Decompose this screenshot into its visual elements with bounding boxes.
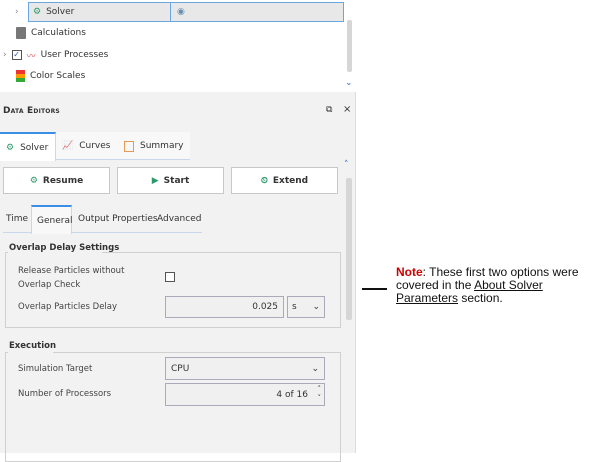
tree-scrollbar[interactable] <box>347 20 352 72</box>
tab-curves[interactable]: 📈 Curves <box>56 132 110 160</box>
editor-scrollbar[interactable] <box>346 178 352 320</box>
eye-icon[interactable]: ◉ <box>177 7 185 17</box>
processors-spinner[interactable]: 4 of 16 ˄ ˅ <box>165 383 325 406</box>
extend-icon: ⏲ <box>260 175 268 186</box>
panel-title: Data Editors <box>3 106 60 116</box>
resume-icon: ⚙ <box>29 175 38 186</box>
subtab-advanced[interactable]: Advanced <box>151 205 201 233</box>
processors-label: Number of Processors <box>18 389 112 399</box>
release-particles-label: Release Particles without Overlap Check <box>18 266 125 290</box>
start-icon: ▶ <box>151 175 159 186</box>
chevron-right-icon[interactable]: › <box>15 7 19 17</box>
tree-item-color-scales[interactable]: Color Scales <box>16 66 85 86</box>
chart-line-icon: 📈 <box>62 141 74 151</box>
gears-icon: ⚙ <box>33 7 42 17</box>
tree-item-calculations[interactable]: Calculations <box>16 23 86 43</box>
subtab-time[interactable]: Time <box>2 205 28 233</box>
extend-button[interactable]: ⏲ Extend <box>231 167 338 194</box>
close-icon[interactable]: × <box>343 104 351 115</box>
spinner-arrows-icon[interactable]: ˄ ˅ <box>318 385 322 403</box>
overlap-delay-label: Overlap Particles Delay <box>18 302 118 312</box>
data-editors-panel: › ⚙ Solver ◉ Calculations › ✓ 〰 User Pro… <box>0 0 356 462</box>
release-particles-checkbox[interactable] <box>165 272 175 282</box>
simulation-target-label: Simulation Target <box>18 364 93 374</box>
delay-unit-select[interactable]: s ⌄ <box>287 296 325 318</box>
chevron-down-icon: ⌄ <box>311 363 319 374</box>
tree-item-user-processes[interactable]: › ✓ 〰 User Processes <box>3 45 108 65</box>
tab-solver[interactable]: ⚙ Solver <box>0 132 56 161</box>
checkbox-checked-icon[interactable]: ✓ <box>11 50 22 60</box>
subtab-output-properties[interactable]: Output Properties <box>72 205 158 233</box>
tree-item-solver[interactable]: › ⚙ Solver ◉ <box>15 2 344 22</box>
execution-group-title: Execution <box>9 341 57 351</box>
chevron-down-icon: ⌄ <box>312 302 320 312</box>
resume-button[interactable]: ⚙ Resume <box>3 167 110 194</box>
start-button[interactable]: ▶ Start <box>117 167 224 194</box>
object-tree: › ⚙ Solver ◉ Calculations › ✓ 〰 User Pro… <box>0 0 356 92</box>
pulse-icon: 〰 <box>26 51 36 62</box>
document-icon <box>124 140 134 152</box>
subtab-general[interactable]: General <box>31 205 72 234</box>
callout-line <box>362 288 387 290</box>
color-scale-icon <box>16 70 25 82</box>
simulation-target-select[interactable]: CPU ⌄ <box>165 357 325 380</box>
float-icon[interactable]: ⧉ <box>326 105 332 115</box>
calculator-icon <box>16 27 26 39</box>
tab-summary[interactable]: Summary <box>118 132 184 160</box>
gears-icon: ⚙ <box>6 142 15 153</box>
chevron-down-icon[interactable]: ⌄ <box>345 78 353 88</box>
overlap-delay-input[interactable]: 0.025 <box>165 296 284 318</box>
note-annotation: Note: These first two options were cover… <box>396 265 579 305</box>
chevron-up-icon[interactable]: ˄ <box>344 160 349 170</box>
chevron-right-icon[interactable]: › <box>3 50 7 60</box>
